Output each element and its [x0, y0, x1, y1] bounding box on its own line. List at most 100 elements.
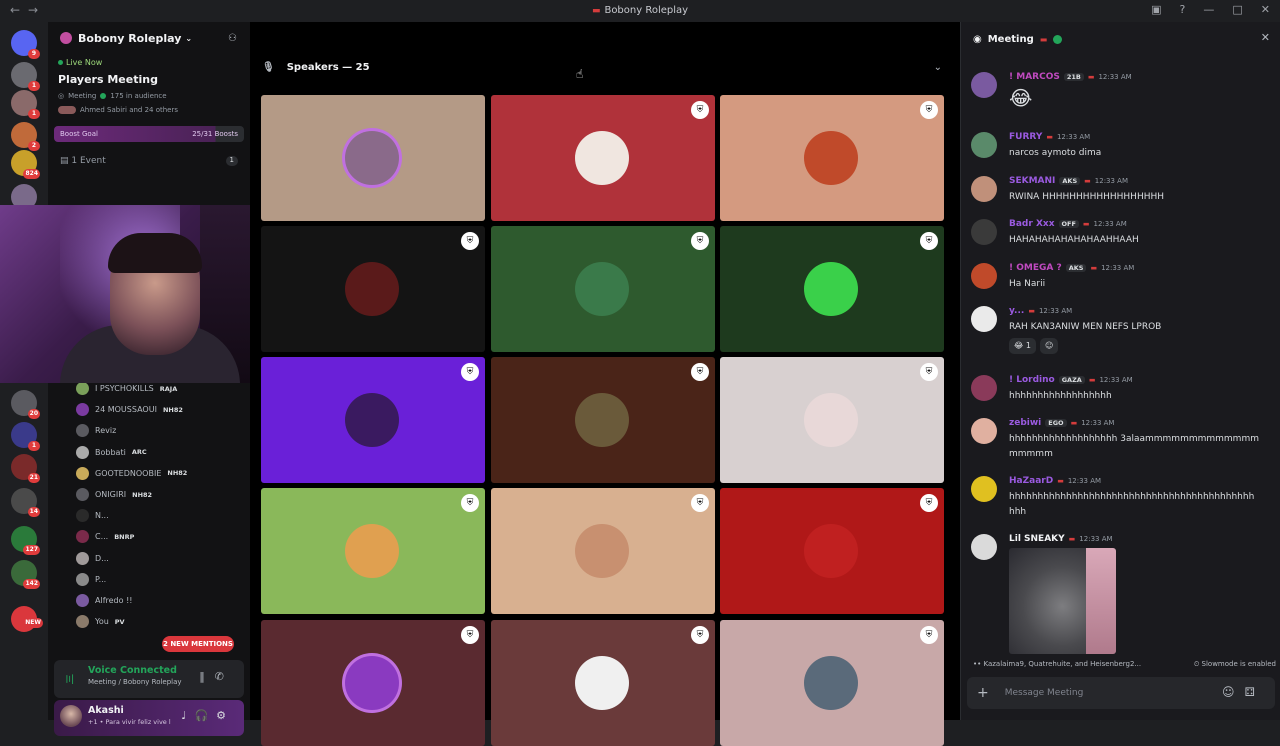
server-icon[interactable]: NEW [11, 606, 43, 632]
author-name[interactable]: Lil SNEAKY [1009, 534, 1065, 544]
avatar[interactable] [971, 476, 997, 502]
author-name[interactable]: Badr Xxx [1009, 219, 1055, 229]
timestamp: 12:33 AM [1094, 177, 1129, 185]
avatar[interactable] [971, 534, 997, 560]
speaker-tile[interactable]: ⛨ [491, 95, 715, 221]
help-icon[interactable]: ? [1180, 3, 1186, 16]
slowmode-indicator: ⏲ Slowmode is enabled [1193, 660, 1276, 668]
message-text: narcos aymoto dima [1009, 148, 1102, 158]
collapse-icon[interactable]: ⌄ [934, 62, 942, 73]
avatar[interactable] [60, 705, 82, 727]
avatar [804, 656, 858, 710]
server-icon[interactable]: 9 [11, 30, 40, 59]
signal-icon[interactable]: 〣 [64, 671, 78, 686]
server-icon[interactable]: 824 [11, 150, 40, 179]
speaker-tile[interactable]: ⛨ [491, 488, 715, 614]
server-icon[interactable]: 142 [11, 560, 40, 589]
server-icon[interactable]: 2 [11, 122, 40, 151]
speaker-tile[interactable]: ⛨ [491, 620, 715, 746]
member-item[interactable]: You PV [76, 611, 250, 632]
message-input[interactable]: + Message Meeting ☺⚃ [967, 677, 1275, 709]
meeting-title: Players Meeting [58, 73, 158, 86]
member-item[interactable]: P... [76, 569, 250, 590]
maximize-icon[interactable]: □ [1232, 3, 1242, 16]
member-item[interactable]: D... [76, 548, 250, 569]
author-name[interactable]: FURRY [1009, 132, 1042, 142]
speaker-tile[interactable]: ⛨ [720, 226, 944, 352]
speaker-tile[interactable]: ⛨ [720, 488, 944, 614]
add-attachment-icon[interactable]: + [977, 685, 989, 701]
member-item[interactable]: GOOTEDNOOBIE NH82 [76, 463, 250, 484]
author-name[interactable]: y... [1009, 306, 1024, 316]
avatar[interactable] [971, 306, 997, 332]
avatar[interactable] [971, 219, 997, 245]
speaker-tile[interactable] [261, 95, 485, 221]
unread-badge: 142 [23, 579, 40, 589]
avatar [76, 382, 89, 396]
server-icon[interactable]: 21 [11, 454, 40, 483]
member-item[interactable]: Bobbati ARC [76, 442, 250, 463]
member-name: GOOTEDNOOBIE [95, 468, 162, 478]
server-icon[interactable]: 127 [11, 526, 40, 555]
voice-actions[interactable]: ‖✆ [199, 670, 234, 683]
avatar[interactable] [971, 375, 997, 401]
speaker-tile[interactable]: ⛨ [720, 357, 944, 483]
speaker-tile[interactable]: ⛨ [491, 226, 715, 352]
avatar[interactable] [971, 132, 997, 158]
close-icon[interactable]: ✕ [1261, 31, 1270, 44]
server-icon[interactable]: 1 [11, 62, 40, 91]
new-mentions-button[interactable]: 2 NEW MENTIONS [162, 636, 234, 652]
inbox-icon[interactable]: ▣ [1151, 3, 1161, 16]
author-name[interactable]: SEKMANI [1009, 176, 1055, 186]
close-window-icon[interactable]: ✕ [1261, 3, 1270, 16]
member-item[interactable]: N... [76, 505, 250, 526]
add-reaction-icon[interactable]: ☺ [1039, 338, 1059, 354]
avatar[interactable] [971, 176, 997, 202]
member-name: D... [95, 553, 109, 563]
voice-panel: 〣 Voice Connected Meeting / Bobony Rolep… [54, 660, 244, 698]
member-item[interactable]: C... BNRP [76, 526, 250, 547]
avatar [76, 615, 89, 629]
author-name[interactable]: HaZaarD [1009, 476, 1053, 486]
moderator-icon: ⛨ [920, 626, 938, 644]
author-name[interactable]: ! Lordino [1009, 375, 1055, 385]
member-name: P... [95, 574, 107, 584]
member-item[interactable]: 24 MOUSSAOUI NH82 [76, 399, 250, 420]
server-icon[interactable]: 14 [11, 488, 40, 517]
guild-header[interactable]: Bobony Roleplay ⌄ ⚇ [48, 22, 250, 54]
composer-actions[interactable]: ☺⚃ [1222, 685, 1265, 699]
speaker-tile[interactable]: ⛨ [261, 488, 485, 614]
attached-image[interactable] [1009, 548, 1116, 654]
author-name[interactable]: zebiwi [1009, 418, 1041, 428]
speaker-tile[interactable]: ⛨ [261, 620, 485, 746]
guild-tag: GAZA [1058, 376, 1085, 384]
avatar[interactable] [971, 263, 997, 289]
member-item[interactable]: ONIGIRI NH82 [76, 484, 250, 505]
avatar[interactable] [971, 418, 997, 444]
unread-badge: 14 [27, 507, 40, 517]
speaker-tile[interactable]: ⛨ [720, 620, 944, 746]
member-name: Alfredo !! [95, 595, 133, 605]
author-name[interactable]: ! MARCOS [1009, 72, 1060, 82]
event-row[interactable]: ▤ 1 Event 1 [48, 156, 250, 166]
boost-goal[interactable]: Boost Goal 25/31 Boosts [54, 126, 244, 142]
timestamp: 12:33 AM [1093, 220, 1127, 228]
add-member-icon[interactable]: ⚇ [228, 33, 237, 44]
reaction-button[interactable]: 😂 1 [1009, 338, 1036, 354]
member-item[interactable]: Reviz [76, 420, 250, 441]
avatar[interactable] [971, 72, 997, 98]
message-text: RAH KAN3ANIW MEN NEFS LPROB [1009, 322, 1162, 332]
speaker-tile[interactable]: ⛨ [491, 357, 715, 483]
author-name[interactable]: ! OMEGA ? [1009, 263, 1062, 273]
speaker-tile[interactable]: ⛨ [261, 226, 485, 352]
speaker-tile[interactable]: ⛨ [720, 95, 944, 221]
server-icon[interactable]: 1 [11, 422, 40, 451]
member-item[interactable]: Alfredo !! [76, 590, 250, 611]
minimize-icon[interactable]: — [1203, 3, 1214, 16]
server-icon[interactable]: 1 [11, 90, 40, 119]
moderator-icon: ⛨ [691, 494, 709, 512]
timestamp: 12:33 AM [1101, 264, 1135, 272]
speaker-tile[interactable]: ⛨ [261, 357, 485, 483]
user-controls[interactable]: ♩🎧⚙ [181, 709, 234, 722]
server-icon[interactable]: 20 [11, 390, 40, 419]
